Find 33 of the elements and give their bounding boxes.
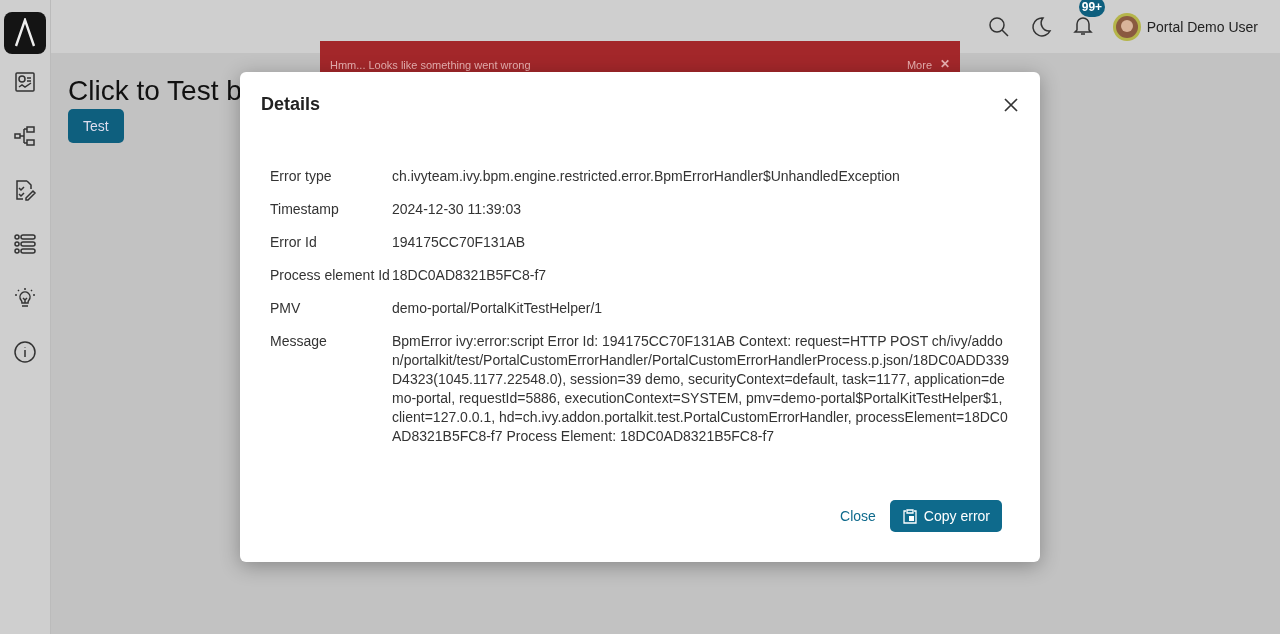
banner-message: Hmm... Looks like something went wrong <box>330 59 532 71</box>
close-link[interactable]: Close <box>840 508 876 524</box>
avatar-icon[interactable] <box>1112 12 1141 41</box>
field-label: Process element Id <box>270 267 391 283</box>
field-value: ch.ivyteam.ivy.bpm.engine.restricted.error.BpmErrorHandler$UnhandledException <box>392 168 901 184</box>
dashboard-icon[interactable] <box>13 70 37 94</box>
page-heading: Click to Test b <box>68 75 242 107</box>
close-icon[interactable] <box>1003 96 1019 113</box>
process-icon[interactable] <box>13 124 37 148</box>
test-button[interactable]: Test <box>68 109 124 143</box>
search-icon[interactable] <box>986 14 1011 39</box>
field-label: PMV <box>270 300 302 316</box>
task-icon[interactable] <box>13 178 37 202</box>
field-label: Error Id <box>270 234 318 250</box>
lightbulb-icon[interactable] <box>13 286 37 310</box>
field-label: Timestamp <box>270 201 340 217</box>
logo-icon[interactable] <box>4 12 46 54</box>
list-icon[interactable] <box>13 232 37 256</box>
field-label: Error type <box>270 168 333 184</box>
close-icon[interactable]: ✕ <box>940 57 950 71</box>
copy-error-button[interactable]: Copy error <box>889 500 1002 532</box>
field-value: demo-portal/PortalKitTestHelper/1 <box>392 300 604 316</box>
dialog-title: Details <box>261 94 321 115</box>
field-value: BpmError ivy:error:script Error Id: 194175CC70F131AB Context: request=HTTP POST ch/ivy/addon/portalkit/test/PortalCustomErrorHandler/PortalCustomErrorHandlerProcess.p.json/18DC0ADD339D4323(1045.1177.22548.0), session=39 demo, securityContext=default, task=1177, application=demo-portal, requestId=5886, executionContext=SYSTEM, pmv=demo-portal$PortalKitTestHelper$1, client=127.0.0.1, hd=ch.ivy.addon.portalkit.test.PortalCustomErrorHandler, processElement=18DC0AD8321B5FC8-f7 Process Element: 18DC0AD8321B5FC8-f7 <box>392 332 1011 446</box>
info-icon[interactable] <box>13 340 37 364</box>
field-value: 18DC0AD8321B5FC8-f7 <box>392 267 548 283</box>
field-value: 194175CC70F131AB <box>392 234 527 250</box>
field-label: Message <box>270 333 328 351</box>
field-value: 2024-12-30 11:39:03 <box>392 201 522 217</box>
more-link[interactable]: More <box>906 59 932 71</box>
user-name[interactable]: Portal Demo User <box>1146 18 1258 35</box>
clipboard-icon <box>901 508 918 524</box>
notification-badge: 99+ <box>1078 0 1106 17</box>
